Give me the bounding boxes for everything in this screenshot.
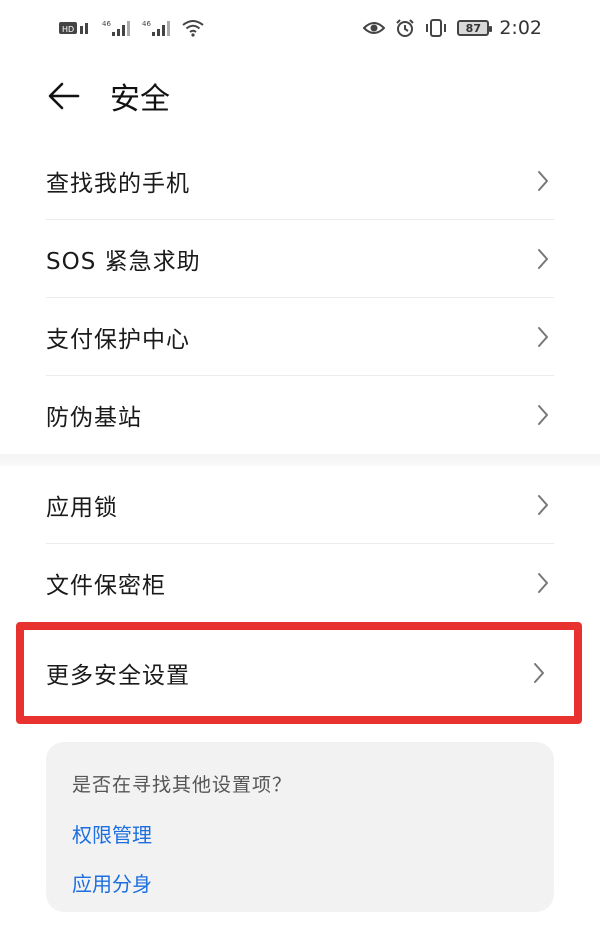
settings-item-label: SOS 紧急求助 xyxy=(46,248,201,275)
settings-item-sos[interactable]: SOS 紧急求助 xyxy=(46,220,554,298)
suggestions-card: 是否在寻找其他设置项？ 权限管理 应用分身 xyxy=(46,742,554,912)
back-button[interactable] xyxy=(46,78,82,114)
eye-icon xyxy=(363,20,386,36)
settings-item-label: 更多安全设置 xyxy=(46,663,190,689)
chevron-right-icon xyxy=(536,170,550,192)
status-time: 2:02 xyxy=(499,17,542,39)
settings-item-app-lock[interactable]: 应用锁 xyxy=(46,466,554,544)
settings-item-fake-base-station[interactable]: 防伪基站 xyxy=(46,376,554,454)
settings-group-1: 查找我的手机 SOS 紧急求助 支付保护中心 防伪基站 xyxy=(0,142,600,454)
settings-item-more-security[interactable]: 更多安全设置 xyxy=(16,622,582,724)
status-bar-left: HD 46 46 xyxy=(58,18,204,38)
group-divider xyxy=(0,454,600,466)
signal-icon-1: 46 xyxy=(102,18,132,38)
alarm-icon xyxy=(395,18,415,38)
status-bar-right: 87 2:02 xyxy=(363,17,542,39)
settings-group-2: 应用锁 文件保密柜 xyxy=(0,466,600,622)
chevron-right-icon xyxy=(536,494,550,516)
back-arrow-icon xyxy=(48,82,80,110)
suggestion-link-app-twin[interactable]: 应用分身 xyxy=(72,868,528,897)
settings-item-file-safe[interactable]: 文件保密柜 xyxy=(46,544,554,622)
battery-icon: 87 xyxy=(457,20,493,36)
settings-item-find-my-phone[interactable]: 查找我的手机 xyxy=(46,142,554,220)
wifi-icon xyxy=(182,19,204,37)
status-bar: HD 46 46 87 2:02 xyxy=(0,0,600,56)
settings-item-label: 防伪基站 xyxy=(46,405,142,431)
svg-text:HD: HD xyxy=(62,25,74,34)
chevron-right-icon xyxy=(532,662,546,684)
svg-text:46: 46 xyxy=(102,20,111,28)
chevron-right-icon xyxy=(536,572,550,594)
settings-item-label: 文件保密柜 xyxy=(46,573,166,599)
chevron-right-icon xyxy=(536,326,550,348)
chevron-right-icon xyxy=(536,248,550,270)
chevron-right-icon xyxy=(536,404,550,426)
settings-item-payment-protection[interactable]: 支付保护中心 xyxy=(46,298,554,376)
settings-item-label: 支付保护中心 xyxy=(46,326,190,353)
page-title: 安全 xyxy=(110,82,170,117)
signal-icon-2: 46 xyxy=(142,18,172,38)
settings-item-label: 查找我的手机 xyxy=(46,170,190,197)
vibrate-icon xyxy=(425,18,447,38)
hd-sim-icon: HD xyxy=(58,19,92,37)
suggestions-question: 是否在寻找其他设置项？ xyxy=(72,774,293,796)
suggestion-link-permissions[interactable]: 权限管理 xyxy=(72,819,528,848)
title-bar: 安全 xyxy=(0,60,600,132)
settings-item-label: 应用锁 xyxy=(46,494,118,521)
svg-text:46: 46 xyxy=(142,20,151,28)
